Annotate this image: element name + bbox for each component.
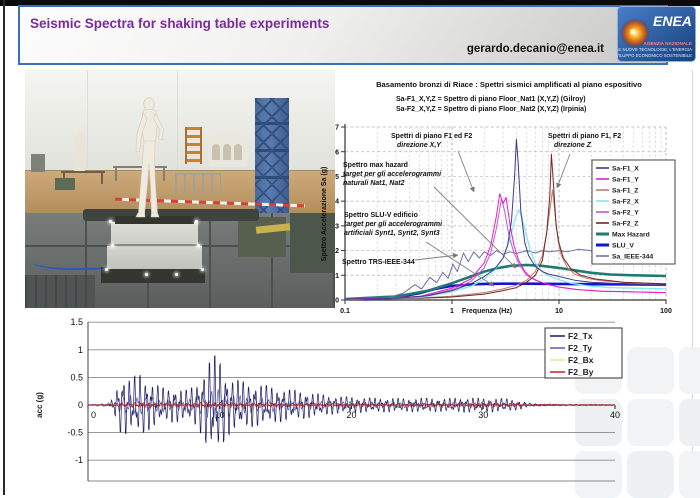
wall-seam xyxy=(87,70,88,170)
spectra-legend: Sa-F1_X Sa-F1_Y Sa-F1_Z Sa-F2_X Sa-F2_Y Sa-F2… xyxy=(592,160,675,264)
svg-text:2: 2 xyxy=(335,248,339,255)
arch-opening xyxy=(212,144,220,160)
svg-text:target per gli accelerogrammi: target per gli accelerogrammi xyxy=(343,171,442,178)
svg-text:-1: -1 xyxy=(75,455,83,465)
svg-text:0: 0 xyxy=(335,298,339,305)
timeseries-ylabel: acc (g) xyxy=(35,392,44,418)
work-table xyxy=(61,171,105,173)
timeseries-chart: 1.510.50-0.5-1010203040 F2_TxF2_TyF2_BxF… xyxy=(28,310,692,495)
table-leg xyxy=(115,168,117,181)
block-joint xyxy=(107,244,202,246)
svg-text:-0.5: -0.5 xyxy=(67,428,83,438)
photo-shaking-table-lab xyxy=(25,70,335,308)
equipment-rack xyxy=(31,154,45,172)
svg-text:F2_Tx: F2_Tx xyxy=(568,331,593,341)
spectra-subtitle-2: Sa-F2_X,Y,Z = Spettro di piano Floor_Nat… xyxy=(396,106,586,113)
svg-text:0.5: 0.5 xyxy=(70,372,83,382)
svg-text:6: 6 xyxy=(335,149,339,156)
svg-text:artificiali Synt1, Synt2, Synt: artificiali Synt1, Synt2, Synt3 xyxy=(344,230,440,237)
svg-text:Sa-F1_X: Sa-F1_X xyxy=(612,165,639,172)
logo-tagline-2: PER LE NUOVE TECNOLOGIE, L'ENERGIA xyxy=(617,47,692,52)
svg-text:Sa-F1_Z: Sa-F1_Z xyxy=(612,187,638,194)
svg-text:5: 5 xyxy=(335,174,339,181)
flame-core-icon xyxy=(630,29,636,35)
spectra-subtitle-1: Sa-F1_X,Y,Z = Spettro di piano Floor_Nat… xyxy=(396,96,586,103)
svg-text:Sa-F1_Y: Sa-F1_Y xyxy=(612,176,639,183)
logo-tagline-3: E LO SVILUPPO ECONOMICO SOSTENIBILE xyxy=(617,53,692,58)
svg-text:SLU_V: SLU_V xyxy=(612,242,634,249)
logo-tagline-1: AGENZIA NAZIONALE xyxy=(643,41,692,46)
spectra-ylabel: Spettro Accelerazione Sa (g) xyxy=(321,167,328,262)
svg-text:40: 40 xyxy=(610,410,620,420)
svg-text:7: 7 xyxy=(335,125,339,132)
spectra-annotations: Spettri di piano F1 ed F2 direzione X,Y Sp… xyxy=(342,133,621,286)
concrete-block xyxy=(238,217,286,257)
logo-wordmark: ENEA xyxy=(653,13,692,29)
led-light xyxy=(109,220,112,223)
svg-text:Spettro TRS-IEEE-344: Spettro TRS-IEEE-344 xyxy=(342,259,415,266)
spectra-chart: Basamento bronzi di Riace : Spettri sism… xyxy=(316,74,700,322)
ladder xyxy=(185,127,202,164)
svg-text:Sa-F2_Y: Sa-F2_Y xyxy=(612,209,639,216)
svg-text:direzione Z: direzione Z xyxy=(554,142,592,149)
svg-text:F2_Ty: F2_Ty xyxy=(568,343,592,353)
svg-text:Spettro max hazard: Spettro max hazard xyxy=(343,162,408,169)
svg-text:Sa_IEEE-344: Sa_IEEE-344 xyxy=(612,253,653,260)
safety-barrier xyxy=(175,173,221,195)
floor-grating xyxy=(25,275,95,308)
table-leg xyxy=(101,173,103,184)
spectra-title: Basamento bronzi di Riace : Spettri sism… xyxy=(376,80,642,89)
svg-text:direzione X,Y: direzione X,Y xyxy=(397,142,442,149)
svg-text:1: 1 xyxy=(78,345,83,355)
marble-block xyxy=(107,245,202,269)
arch-opening xyxy=(223,144,231,160)
slide: { "slide": { "title": "Seismic Spectra f… xyxy=(0,0,700,495)
svg-text:naturali Nat1, Nat2: naturali Nat1, Nat2 xyxy=(343,180,405,187)
enea-logo: ENEA AGENZIA NAZIONALE PER LE NUOVE TECN… xyxy=(617,6,696,62)
svg-text:F2_By: F2_By xyxy=(568,367,594,377)
slide-title: Seismic Spectra for shaking table experi… xyxy=(30,16,329,31)
led-light xyxy=(111,244,114,247)
svg-text:Spettro SLU-V edificio: Spettro SLU-V edificio xyxy=(344,212,418,219)
left-border-line xyxy=(3,0,5,495)
base-plate xyxy=(101,267,205,283)
timeseries-series xyxy=(88,355,615,443)
led-light xyxy=(105,268,108,271)
svg-text:Spettri di piano F1, F2: Spettri di piano F1, F2 xyxy=(548,133,621,140)
svg-text:0: 0 xyxy=(91,410,96,420)
distant-statue xyxy=(74,136,85,172)
header-banner: Seismic Spectra for shaking table experi… xyxy=(18,5,668,65)
wall-seam xyxy=(177,70,178,170)
timeseries-legend: F2_Tx F2_Ty F2_Bx F2_By xyxy=(545,328,622,378)
svg-text:3: 3 xyxy=(335,223,339,230)
svg-text:Max Hazard: Max Hazard xyxy=(612,231,650,238)
led-light xyxy=(197,244,200,247)
led-light xyxy=(175,273,178,276)
svg-text:Spettri di piano F1 ed F2: Spettri di piano F1 ed F2 xyxy=(391,133,472,140)
arch-opening xyxy=(234,144,242,160)
svg-text:Sa-F2_X: Sa-F2_X xyxy=(612,198,639,205)
svg-text:target per gli accelerogrammi: target per gli accelerogrammi xyxy=(344,221,443,228)
storage-box xyxy=(55,178,75,190)
svg-text:1: 1 xyxy=(335,273,339,280)
led-light xyxy=(145,273,148,276)
author-email: gerardo.decanio@enea.it xyxy=(467,43,604,55)
led-light xyxy=(195,220,198,223)
svg-text:4: 4 xyxy=(335,199,339,206)
svg-text:0: 0 xyxy=(78,400,83,410)
svg-text:Sa-F2_Z: Sa-F2_Z xyxy=(612,220,638,227)
svg-text:F2_Bx: F2_Bx xyxy=(568,355,594,365)
statue xyxy=(124,96,172,222)
led-light xyxy=(201,268,204,271)
svg-text:1.5: 1.5 xyxy=(70,317,83,327)
